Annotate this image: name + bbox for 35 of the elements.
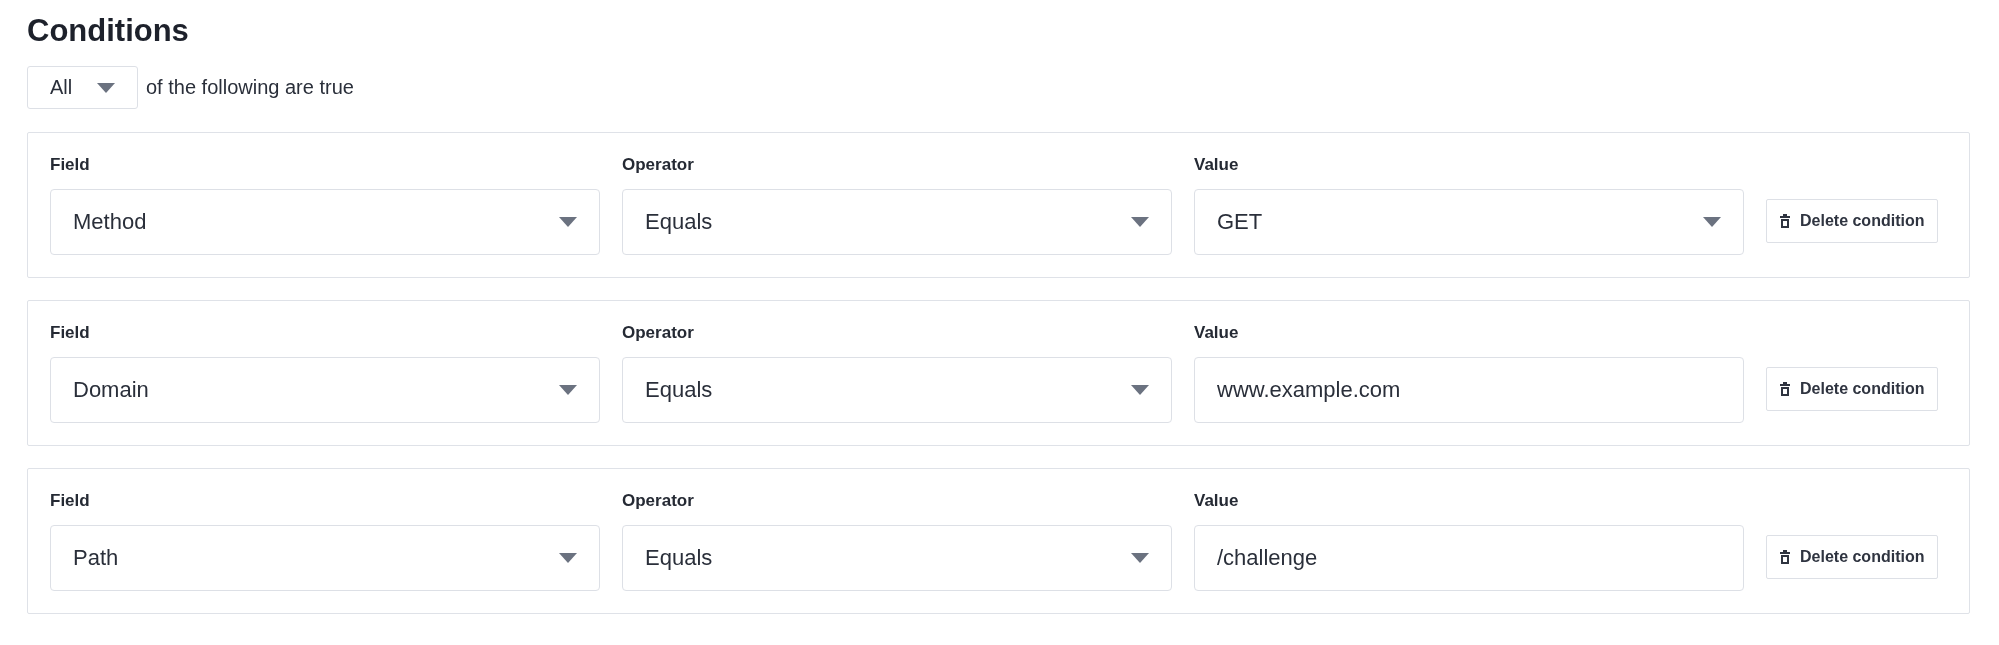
- section-title: Conditions: [27, 12, 190, 50]
- field-label: Operator: [622, 323, 695, 343]
- match-dropdown[interactable]: All: [27, 66, 138, 109]
- field-label: Value: [1194, 323, 1240, 343]
- field-label: Field: [50, 491, 91, 511]
- field-label: Field: [50, 323, 91, 343]
- trash-icon: [1780, 382, 1790, 396]
- caret-icon: [1131, 385, 1149, 395]
- operator-dropdown[interactable]: Equals: [622, 525, 1172, 591]
- caret-icon: [1131, 217, 1149, 227]
- value-input[interactable]: /challenge: [1194, 525, 1744, 591]
- field-label: Value: [1194, 491, 1240, 511]
- match-text: of the following are true: [146, 76, 354, 99]
- caret-icon: [559, 553, 577, 563]
- trash-icon: [1780, 550, 1790, 564]
- operator-dropdown[interactable]: Equals: [622, 357, 1172, 423]
- field-label: Value: [1194, 155, 1240, 175]
- value-dropdown[interactable]: GET: [1194, 189, 1744, 255]
- field-label: Operator: [622, 155, 695, 175]
- field-label: Operator: [622, 491, 695, 511]
- caret-icon: [559, 385, 577, 395]
- value-input[interactable]: www.example.com: [1194, 357, 1744, 423]
- trash-icon: [1780, 214, 1790, 228]
- field-dropdown[interactable]: Path: [50, 525, 600, 591]
- field-label: Field: [50, 155, 91, 175]
- delete-condition-button[interactable]: Delete condition: [1766, 367, 1939, 411]
- delete-condition-button[interactable]: Delete condition: [1766, 535, 1939, 579]
- delete-condition-button[interactable]: Delete condition: [1766, 199, 1939, 243]
- caret-icon: [1703, 217, 1721, 227]
- field-dropdown[interactable]: Method: [50, 189, 600, 255]
- field-dropdown[interactable]: Domain: [50, 357, 600, 423]
- caret-icon: [559, 217, 577, 227]
- caret-icon: [97, 82, 115, 93]
- caret-icon: [1131, 553, 1149, 563]
- operator-dropdown[interactable]: Equals: [622, 189, 1172, 255]
